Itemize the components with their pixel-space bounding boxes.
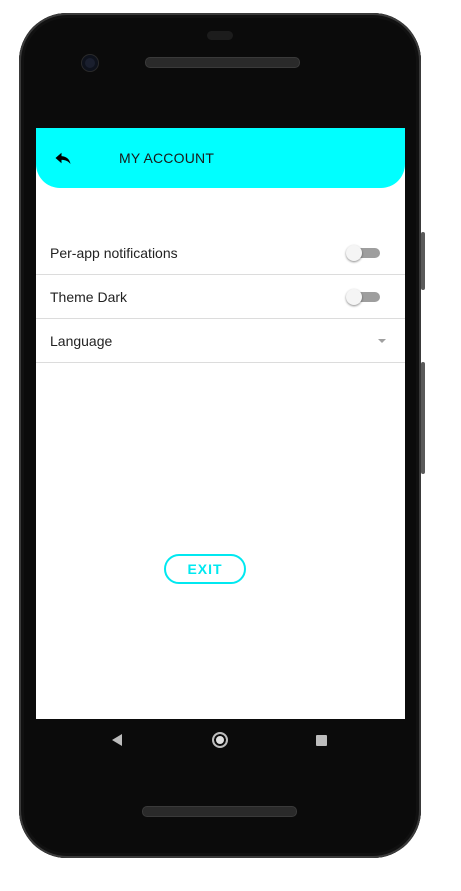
language-label: Language	[50, 333, 113, 349]
settings-list: Per-app notifications Theme Dark Languag…	[36, 231, 405, 363]
volume-button	[421, 362, 425, 474]
back-arrow-icon[interactable]	[54, 149, 72, 167]
front-camera-icon	[82, 55, 98, 71]
exit-button[interactable]: EXIT	[164, 554, 246, 584]
setting-row-language[interactable]: Language	[36, 319, 405, 363]
notifications-toggle[interactable]	[346, 245, 380, 261]
setting-row-theme[interactable]: Theme Dark	[36, 275, 405, 319]
dropdown-arrow-icon[interactable]	[378, 339, 386, 343]
proximity-sensor	[207, 31, 233, 40]
setting-row-notifications[interactable]: Per-app notifications	[36, 231, 405, 275]
toggle-thumb	[346, 245, 362, 261]
bottom-speaker	[142, 806, 297, 817]
nav-home-icon[interactable]	[212, 732, 228, 748]
app-bar: MY ACCOUNT	[36, 128, 405, 188]
nav-recents-icon[interactable]	[316, 735, 327, 746]
nav-back-icon[interactable]	[112, 734, 122, 746]
notifications-label: Per-app notifications	[50, 245, 178, 261]
theme-dark-label: Theme Dark	[50, 289, 128, 305]
page-title: MY ACCOUNT	[119, 150, 215, 166]
earpiece-speaker	[145, 57, 300, 68]
power-button	[421, 232, 425, 290]
toggle-thumb	[346, 289, 362, 305]
theme-dark-toggle[interactable]	[346, 289, 380, 305]
app-screen: MY ACCOUNT Per-app notifications Theme D…	[36, 128, 405, 719]
